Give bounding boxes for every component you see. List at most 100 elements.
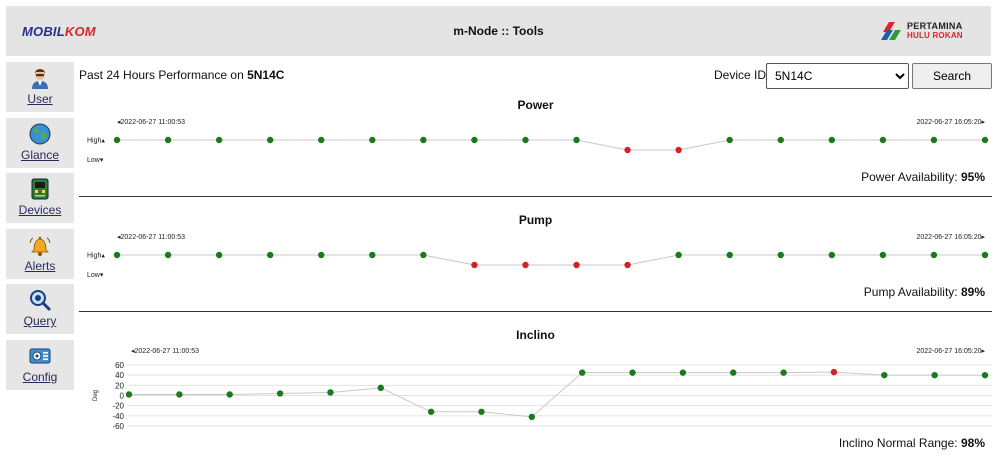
magnifier-icon bbox=[30, 290, 51, 311]
data-point bbox=[931, 371, 938, 379]
data-point bbox=[573, 136, 580, 144]
sidebar-item-user[interactable]: User bbox=[6, 62, 74, 112]
inclino-availability-value: 98% bbox=[960, 436, 985, 450]
chart-start-time: ◂2022-06-27 11:00:53 bbox=[117, 234, 185, 241]
data-point bbox=[730, 369, 737, 376]
logo-line-1: PERTAMINA bbox=[907, 21, 963, 31]
data-point bbox=[930, 251, 938, 259]
sidebar: User Glance Devices Alerts Query Config bbox=[6, 62, 74, 395]
data-point bbox=[420, 251, 427, 259]
pump-availability: Pump Availability: 89% bbox=[864, 285, 985, 299]
y-tick-label: -40 bbox=[112, 412, 124, 421]
top-header: MOBILKOM m-Node :: Tools PERTAMINA HULU … bbox=[6, 6, 991, 56]
pertamina-logo: PERTAMINA HULU ROKAN bbox=[879, 18, 977, 46]
y-label-low: Low▾ bbox=[87, 157, 104, 164]
inclino-panel: Inclino ◂2022-06-27 11:00:53 2022-06-27 1… bbox=[79, 326, 992, 461]
data-point bbox=[726, 136, 733, 144]
data-point bbox=[777, 251, 784, 259]
sidebar-item-devices[interactable]: Devices bbox=[6, 173, 74, 223]
pump-availability-label: Pump Availability: bbox=[863, 285, 958, 299]
y-tick-label: 40 bbox=[115, 371, 124, 380]
performance-title: Past 24 Hours Performance on 5N14C bbox=[79, 68, 284, 82]
y-tick-label: -60 bbox=[112, 422, 124, 431]
power-availability-value: 95% bbox=[960, 170, 985, 184]
performance-title-prefix: Past 24 Hours Performance on bbox=[79, 68, 244, 82]
sidebar-item-devices-label: Devices bbox=[18, 203, 62, 217]
search-button[interactable]: Search bbox=[912, 63, 992, 89]
data-point bbox=[522, 261, 529, 269]
chart-end-time: 2022-06-27 16:05:20▸ bbox=[916, 348, 985, 355]
data-point bbox=[981, 136, 989, 144]
y-label-low: Low▾ bbox=[87, 272, 104, 279]
device-id-label: Device ID bbox=[714, 68, 767, 82]
data-point bbox=[881, 371, 888, 379]
data-point bbox=[828, 251, 836, 259]
data-point bbox=[522, 136, 529, 144]
data-point bbox=[780, 369, 787, 376]
data-point bbox=[679, 369, 687, 376]
data-point bbox=[471, 136, 478, 144]
data-point bbox=[266, 136, 274, 144]
data-point bbox=[675, 251, 682, 259]
sidebar-item-alerts[interactable]: Alerts bbox=[6, 228, 74, 279]
pertamina-emblem-icon bbox=[881, 22, 901, 40]
power-chart: ◂2022-06-27 11:00:53 2022-06-27 16:05:20▸… bbox=[87, 119, 989, 164]
y-tick-label: 20 bbox=[115, 381, 124, 390]
y-label-high: High▴ bbox=[87, 253, 105, 260]
data-point bbox=[828, 136, 836, 144]
data-point bbox=[624, 146, 631, 154]
data-point bbox=[879, 136, 887, 144]
chart-start-time: ◂2022-06-27 11:00:53 bbox=[131, 348, 199, 355]
sidebar-item-config-label: Config bbox=[22, 369, 58, 384]
data-point bbox=[266, 251, 274, 259]
data-point bbox=[125, 391, 133, 398]
performance-device-id: 5N14C bbox=[247, 68, 285, 82]
data-point bbox=[318, 251, 325, 259]
power-availability: Power Availability: 95% bbox=[861, 170, 985, 184]
data-point bbox=[327, 389, 334, 396]
device-id-select[interactable]: 5N14C bbox=[766, 63, 909, 89]
panel-divider bbox=[79, 196, 992, 197]
pump-chart-title: Pump bbox=[518, 213, 553, 227]
y-axis-label: Deg bbox=[93, 390, 99, 401]
power-chart-title: Power bbox=[517, 98, 554, 112]
pump-availability-value: 89% bbox=[960, 285, 985, 299]
data-point bbox=[573, 261, 580, 269]
sidebar-item-glance[interactable]: Glance bbox=[6, 117, 74, 168]
data-point bbox=[369, 251, 376, 259]
inclino-chart: ◂2022-06-27 11:00:53 2022-06-27 16:05:20▸… bbox=[93, 348, 992, 431]
user-icon bbox=[32, 69, 48, 89]
data-point bbox=[318, 136, 325, 144]
data-point bbox=[726, 251, 733, 259]
data-point bbox=[830, 368, 838, 376]
chart-end-time: 2022-06-27 16:05:20▸ bbox=[916, 119, 985, 126]
data-point bbox=[226, 391, 233, 398]
sidebar-item-alerts-label: Alerts bbox=[24, 258, 56, 273]
data-point bbox=[215, 251, 223, 259]
data-point bbox=[675, 146, 682, 154]
data-point bbox=[879, 251, 887, 259]
logo-line-2: HULU ROKAN bbox=[907, 31, 963, 40]
sidebar-item-config[interactable]: Config bbox=[6, 339, 74, 390]
data-point bbox=[164, 136, 172, 144]
y-label-high: High▴ bbox=[87, 138, 105, 145]
sidebar-item-query[interactable]: Query bbox=[6, 284, 74, 334]
data-point bbox=[377, 384, 384, 392]
series-line bbox=[117, 254, 985, 266]
power-availability-label: Power Availability: bbox=[861, 170, 958, 184]
data-point bbox=[624, 261, 631, 269]
data-point bbox=[176, 391, 183, 398]
power-panel: Power ◂2022-06-27 11:00:53 2022-06-27 16:… bbox=[79, 96, 992, 198]
data-point bbox=[930, 136, 938, 144]
data-point bbox=[478, 408, 485, 415]
data-point bbox=[427, 408, 435, 415]
sidebar-item-user-label: User bbox=[27, 92, 53, 106]
panel-divider bbox=[79, 311, 992, 312]
inclino-chart-title: Inclino bbox=[516, 328, 555, 342]
pump-panel: Pump ◂2022-06-27 11:00:53 2022-06-27 16:0… bbox=[79, 211, 992, 313]
app-title: m-Node :: Tools bbox=[453, 24, 544, 38]
series-line bbox=[129, 371, 985, 418]
device-board-icon bbox=[31, 178, 49, 200]
data-point bbox=[164, 251, 172, 259]
data-point bbox=[578, 369, 586, 376]
